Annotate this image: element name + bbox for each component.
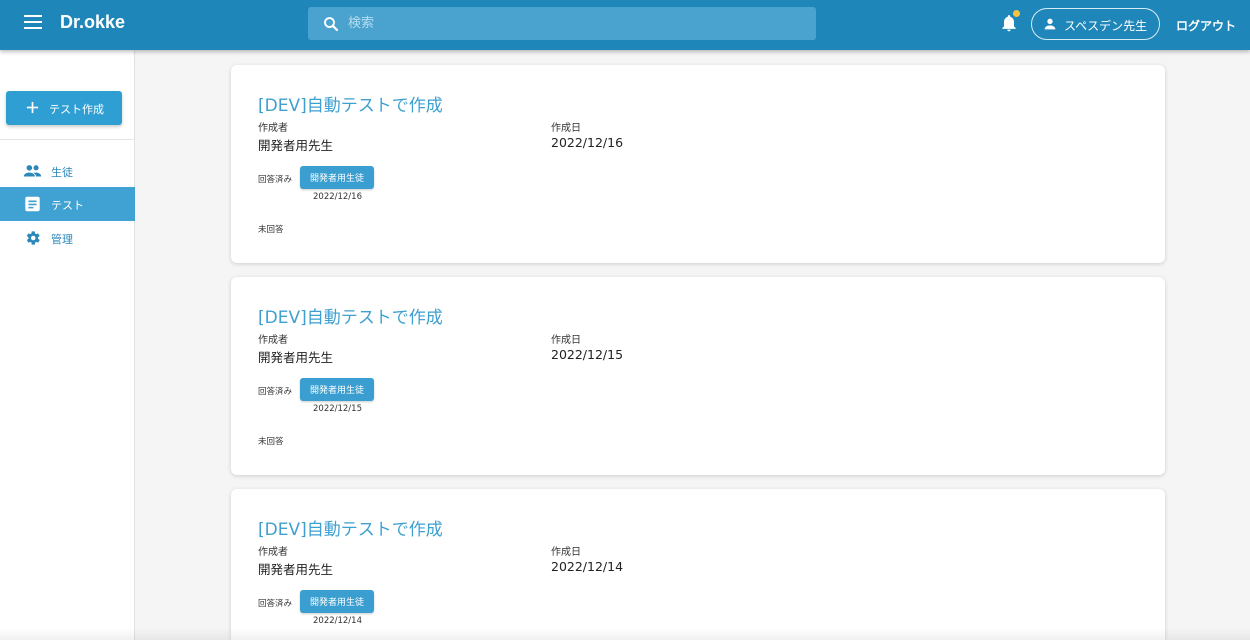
logout-button[interactable]: ログアウト (1176, 17, 1236, 34)
sidebar-item-label: 生徒 (51, 166, 73, 179)
sidebar-item-label: 管理 (51, 233, 73, 246)
test-title[interactable]: [DEV]自動テストで作成 (258, 91, 443, 116)
created-value: 2022/12/16 (551, 135, 624, 150)
unanswered-label: 未回答 (258, 225, 284, 235)
plus-icon (26, 101, 39, 114)
answer-date: 2022/12/14 (313, 616, 362, 626)
created-label: 作成日 (551, 335, 581, 346)
document-icon (25, 196, 40, 212)
test-card: [DEV]自動テストで作成 作成者 開発者用先生 作成日 2022/12/15 … (231, 277, 1165, 475)
people-icon (23, 165, 42, 177)
sidebar-item-admin[interactable]: 管理 (0, 221, 135, 255)
created-value: 2022/12/15 (551, 347, 624, 362)
created-value: 2022/12/14 (551, 559, 624, 574)
answered-label: 回答済み (258, 175, 293, 185)
student-chip[interactable]: 開発者用生徒 (300, 166, 374, 189)
unanswered-label: 未回答 (258, 437, 284, 447)
search-input[interactable] (348, 7, 798, 40)
sidebar-item-tests[interactable]: テスト (0, 187, 135, 221)
author-label: 作成者 (258, 335, 288, 346)
gear-icon (26, 231, 40, 245)
created-label: 作成日 (551, 547, 581, 558)
author-label: 作成者 (258, 123, 288, 134)
menu-icon[interactable] (24, 15, 42, 33)
scroll-shadow (0, 628, 1250, 640)
create-test-label: テスト作成 (49, 103, 104, 116)
person-icon (1044, 18, 1056, 30)
test-title[interactable]: [DEV]自動テストで作成 (258, 303, 443, 328)
user-menu-button[interactable]: スペスデン先生 (1031, 8, 1160, 40)
student-chip[interactable]: 開発者用生徒 (300, 378, 374, 401)
author-label: 作成者 (258, 547, 288, 558)
sidebar-item-students[interactable]: 生徒 (0, 154, 135, 188)
answer-date: 2022/12/15 (313, 404, 362, 414)
app-bar: Dr.okke スペスデン先生 ログアウト (0, 0, 1250, 50)
sidebar-divider (0, 139, 135, 140)
create-test-button[interactable]: テスト作成 (6, 91, 122, 125)
test-card: [DEV]自動テストで作成 作成者 開発者用先生 作成日 2022/12/14 … (231, 489, 1165, 640)
author-value: 開発者用先生 (258, 350, 334, 365)
answer-date: 2022/12/16 (313, 192, 362, 202)
answered-label: 回答済み (258, 387, 293, 397)
sidebar: テスト作成 生徒 テスト 管理 (0, 50, 135, 640)
search-icon (324, 17, 339, 32)
sidebar-item-label: テスト (51, 199, 84, 212)
student-chip[interactable]: 開発者用生徒 (300, 590, 374, 613)
author-value: 開発者用先生 (258, 562, 334, 577)
app-brand[interactable]: Dr.okke (60, 12, 125, 33)
user-name: スペスデン先生 (1064, 19, 1148, 33)
notification-badge (1013, 10, 1020, 17)
search-bar[interactable] (308, 7, 816, 40)
created-label: 作成日 (551, 123, 581, 134)
test-card: [DEV]自動テストで作成 作成者 開発者用先生 作成日 2022/12/16 … (231, 65, 1165, 263)
answered-label: 回答済み (258, 599, 293, 609)
author-value: 開発者用先生 (258, 138, 334, 153)
test-title[interactable]: [DEV]自動テストで作成 (258, 515, 443, 540)
